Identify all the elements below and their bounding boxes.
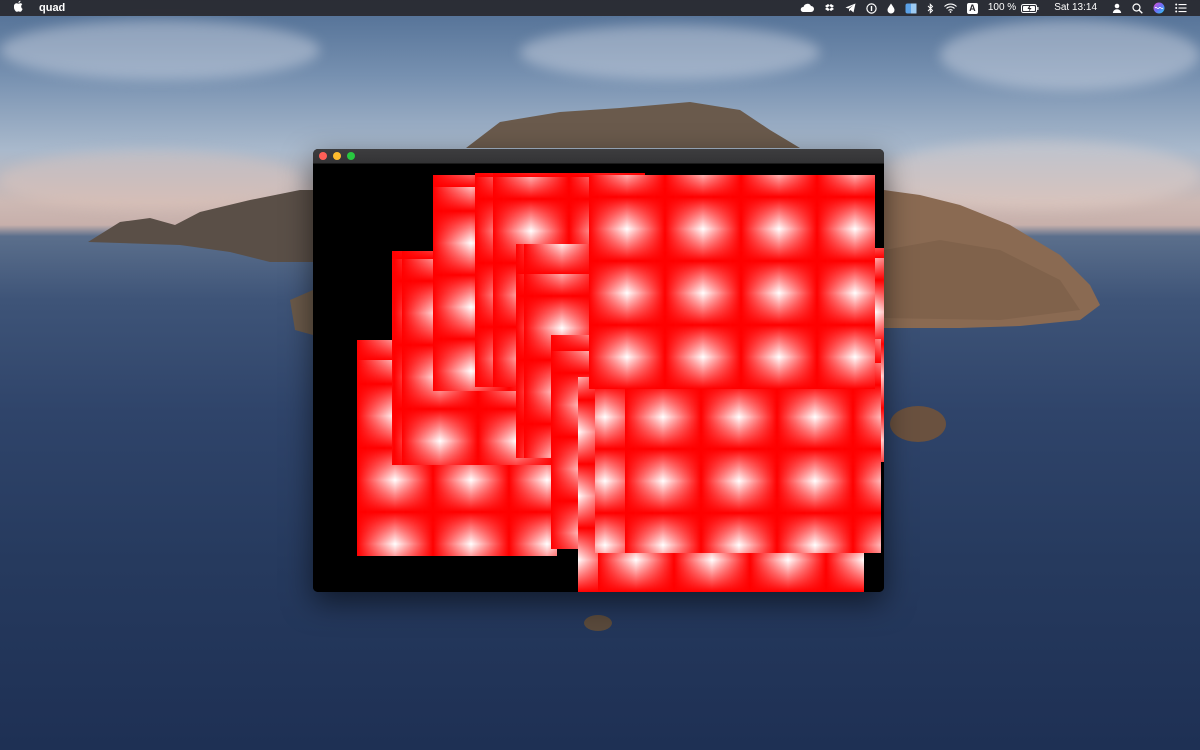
battery-icon[interactable] (1021, 3, 1039, 13)
bluetooth-icon[interactable] (927, 2, 934, 14)
status-area: A 100 % Sat 13:14 (795, 0, 1192, 16)
wifi-icon[interactable] (943, 3, 957, 13)
dropbox-icon[interactable] (824, 3, 835, 14)
battery-percent[interactable]: 100 % (988, 0, 1016, 16)
siri-icon[interactable] (1153, 2, 1165, 14)
render-canvas[interactable] (313, 164, 884, 592)
search-icon[interactable] (1132, 2, 1143, 14)
finder-icon[interactable] (905, 3, 917, 14)
minimize-button[interactable] (333, 152, 341, 160)
quad-app-window[interactable] (313, 149, 884, 592)
apple-logo-icon[interactable] (13, 0, 25, 17)
window-titlebar[interactable] (313, 149, 884, 164)
rendered-quad (589, 175, 875, 389)
app-name-menu[interactable]: quad (39, 0, 65, 16)
cloud-icon[interactable] (800, 3, 814, 13)
input-source-label: A (966, 2, 978, 14)
clock[interactable]: Sat 13:14 (1054, 0, 1097, 16)
control-center-icon[interactable] (1175, 3, 1187, 13)
telegram-icon[interactable] (845, 3, 856, 13)
zoom-button[interactable] (347, 152, 355, 160)
close-button[interactable] (319, 152, 327, 160)
onepassword-icon[interactable] (866, 2, 877, 14)
menu-bar: quad A 100 % Sat 13:14 (0, 0, 1200, 16)
drop-icon[interactable] (887, 3, 895, 14)
user-icon[interactable] (1112, 3, 1122, 13)
input-source-icon[interactable]: A (966, 2, 978, 14)
